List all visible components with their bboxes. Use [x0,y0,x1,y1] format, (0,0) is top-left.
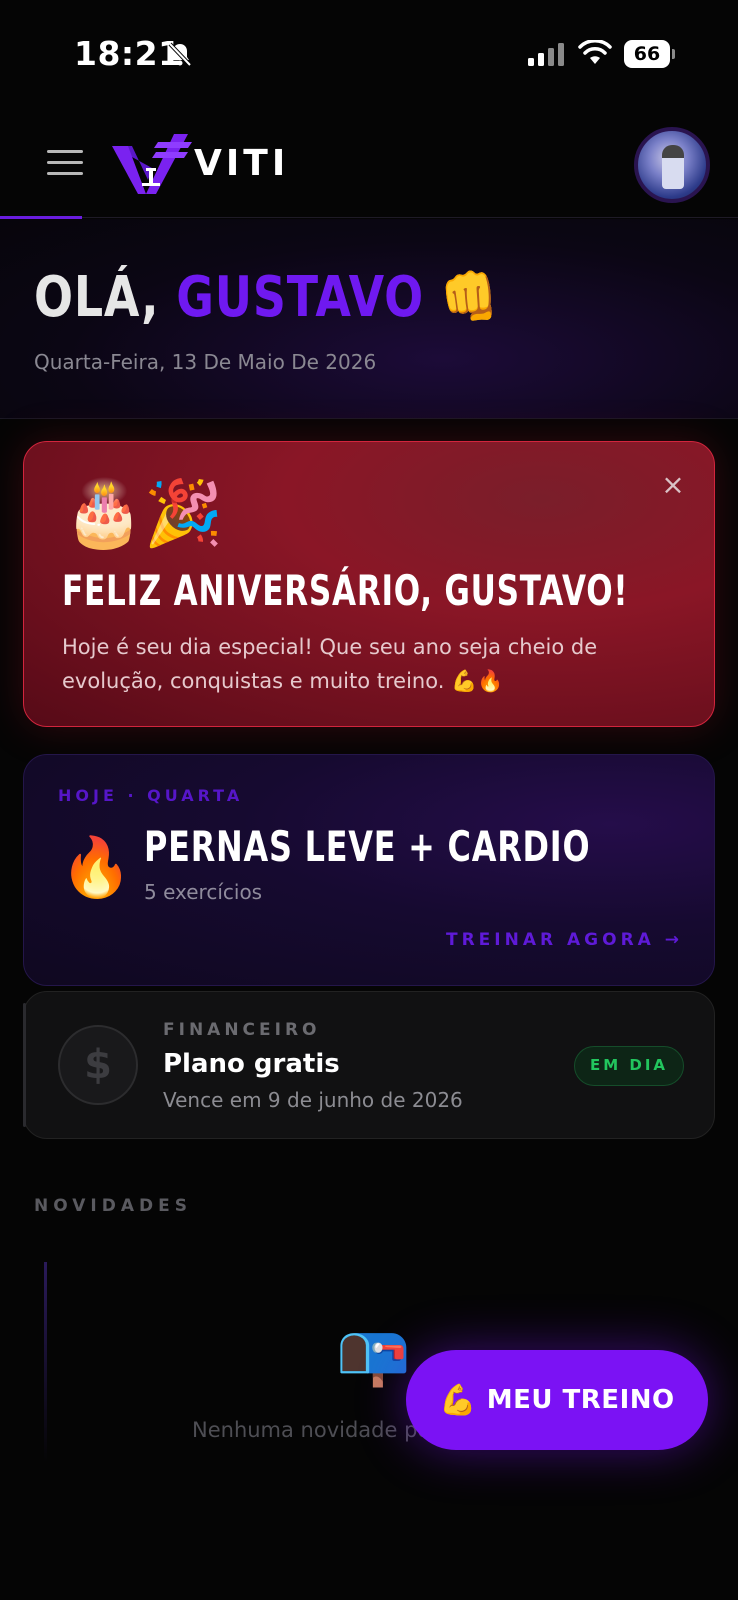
birthday-title: FELIZ ANIVERSÁRIO, GUSTAVO! [62,566,629,615]
workout-exercise-count: 5 exercícios [144,880,263,904]
user-avatar[interactable] [634,127,710,203]
logo-text: VITI [194,143,290,184]
my-workout-fab-button[interactable]: 💪 MEU TREINO [406,1350,708,1450]
status-bar: 18:21 66 [0,0,738,110]
train-now-button[interactable]: TREINAR AGORA → [446,930,683,950]
greeting-hello: OLÁ, [34,265,160,330]
greeting-title: OLÁ, GUSTAVO 👊 [34,264,499,330]
cellular-signal-icon [528,42,564,66]
flexed-biceps-emoji-icon: 💪 [439,1382,477,1418]
app-header [0,110,738,218]
cake-party-emoji-icon: 🎂🎉 [64,477,224,551]
fist-emoji-icon: 👊 [440,265,499,330]
greeting-name: GUSTAVO [176,265,424,330]
news-section-label: NOVIDADES [34,1196,192,1216]
workout-title: PERNAS LEVE + CARDIO [144,822,591,871]
dollar-icon: $ [58,1025,138,1105]
workout-day-label: HOJE · QUARTA [58,786,244,805]
payment-status-badge: EM DIA [574,1046,684,1086]
mailbox-emoji-icon: 📭 [336,1320,411,1390]
finance-card-stripe [23,1003,26,1127]
finance-label: FINANCEIRO [163,1020,321,1040]
news-empty-message: Nenhuma novidade po [192,1418,431,1442]
hamburger-menu-button[interactable] [47,150,83,178]
close-icon[interactable]: × [660,471,686,499]
battery-level: 66 [633,43,661,65]
finance-due-date: Vence em 9 de junho de 2026 [163,1088,463,1112]
news-timeline-line [44,1262,47,1462]
my-workout-label: MEU TREINO [486,1385,675,1415]
battery-icon: 66 [624,40,675,68]
wifi-icon [578,40,612,64]
fire-emoji-icon: 🔥 [60,833,133,901]
greeting-date: Quarta-Feira, 13 De Maio De 2026 [34,350,377,374]
birthday-message: Hoje é seu dia especial! Que seu ano sej… [62,635,598,693]
bell-slash-icon [168,42,192,67]
finance-plan-name: Plano gratis [163,1049,340,1079]
